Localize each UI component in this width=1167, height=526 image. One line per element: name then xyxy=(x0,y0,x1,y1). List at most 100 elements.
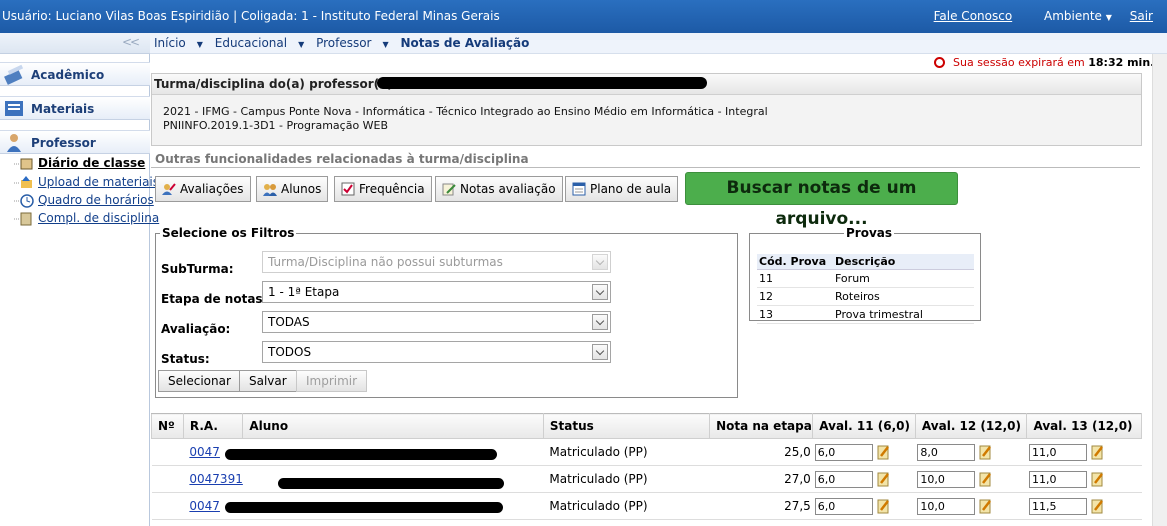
sidebar-item-compl[interactable]: Compl. de disciplina xyxy=(14,211,159,226)
button-label: Frequência xyxy=(359,182,425,196)
edit-pencil-icon[interactable] xyxy=(877,472,890,487)
grade-input[interactable]: 10,0 xyxy=(917,497,976,515)
breadcrumb-label: Início xyxy=(154,36,186,50)
lesson-plan-icon xyxy=(572,182,586,196)
chevron-down-icon: ▼ xyxy=(298,40,305,49)
button-label: Plano de aula xyxy=(590,182,672,196)
exit-link[interactable]: Sair xyxy=(1130,9,1153,23)
select-value: Turma/Disciplina não possui subturmas xyxy=(268,255,503,269)
notas-avaliacao-button[interactable]: Notas avaliação xyxy=(435,176,563,202)
frequencia-button[interactable]: Frequência xyxy=(334,176,432,202)
edit-pencil-icon[interactable] xyxy=(979,445,992,460)
edit-pencil-icon[interactable] xyxy=(979,499,992,514)
grade-cell: 6,0 xyxy=(812,465,916,493)
button-label: Avaliações xyxy=(180,182,244,196)
select-value: TODOS xyxy=(268,345,312,359)
chevron-down-icon: ▼ xyxy=(382,40,389,49)
status-cell: Matriculado (PP) xyxy=(543,465,710,493)
grade-input[interactable]: 6,0 xyxy=(814,470,873,488)
ra-link[interactable]: 0047 xyxy=(183,492,504,520)
collapse-icon[interactable]: << xyxy=(122,35,140,49)
avaliacoes-button[interactable]: Avaliações xyxy=(155,176,251,202)
column-header: R.A. xyxy=(182,413,244,439)
grade-cell: 10,0 xyxy=(915,465,1027,493)
provas-legend: Provas xyxy=(846,226,893,240)
selecionar-button[interactable]: Selecionar xyxy=(158,370,241,392)
edit-pencil-icon[interactable] xyxy=(877,499,890,514)
attendance-icon xyxy=(341,182,355,196)
sidebar-section-label: Materiais xyxy=(31,102,95,116)
clock-icon xyxy=(934,57,945,68)
breadcrumb-current: Notas de Avaliação xyxy=(400,36,530,50)
session-time: 18:32 min. xyxy=(1088,56,1155,69)
sidebar-item-diario[interactable]: Diário de classe xyxy=(14,156,146,170)
grade-input[interactable]: 11,0 xyxy=(1028,443,1087,461)
buscar-notas-button[interactable]: Buscar notas de um arquivo... xyxy=(685,172,958,229)
evaluations-icon xyxy=(162,183,176,195)
document-icon xyxy=(14,212,34,226)
button-label: Notas avaliação xyxy=(460,182,556,196)
edit-pencil-icon[interactable] xyxy=(1091,499,1104,514)
ra-link[interactable]: 0047391 xyxy=(183,465,505,493)
button-label: Alunos xyxy=(281,182,322,196)
column-header: Cód. Prova xyxy=(757,254,833,270)
column-header: Aval. 13 (12,0) xyxy=(1026,413,1142,439)
status-select[interactable]: TODOS xyxy=(262,341,611,363)
avaliacao-select[interactable]: TODAS xyxy=(262,311,611,333)
sidebar-section-academico[interactable]: Acadêmico xyxy=(0,62,150,86)
breadcrumb-item-professor[interactable]: Professor ▼ xyxy=(316,36,389,50)
imprimir-button: Imprimir xyxy=(296,370,368,392)
ambiente-menu[interactable]: Ambiente ▼ xyxy=(1030,9,1112,23)
materials-icon xyxy=(5,101,23,116)
provas-table: Cód. Prova Descrição 11 Forum 12 Roteiros … xyxy=(757,254,974,324)
sidebar-item-upload[interactable]: Upload de materiais xyxy=(14,175,160,189)
ra-link[interactable]: 0047 xyxy=(183,438,498,466)
sidebar-section-materiais[interactable]: Materiais xyxy=(0,96,150,120)
grades-table: Nº R.A. Aluno Status Nota na etapa Aval.… xyxy=(151,413,1142,520)
section-title-outras: Outras funcionalidades relacionadas à tu… xyxy=(155,152,529,166)
chevron-down-icon xyxy=(592,284,608,300)
table-row: 0047391 Matriculado (PP) 27,0 6,0 10,0 1… xyxy=(151,465,1142,493)
chevron-down-icon xyxy=(592,314,608,330)
plano-aula-button[interactable]: Plano de aula xyxy=(565,176,679,202)
breadcrumb-item-inicio[interactable]: Início ▼ xyxy=(154,36,203,50)
sidebar-section-professor[interactable]: Professor xyxy=(0,130,150,154)
grade-input[interactable]: 11,0 xyxy=(1028,470,1087,488)
grade-input[interactable]: 10,0 xyxy=(917,470,976,488)
grade-input[interactable]: 6,0 xyxy=(814,497,873,515)
column-header: Aluno xyxy=(242,413,544,439)
alunos-button[interactable]: Alunos xyxy=(256,176,329,202)
contact-link[interactable]: Fale Conosco xyxy=(934,9,1013,23)
upload-icon xyxy=(14,176,34,190)
sidebar-item-quadro[interactable]: Quadro de horários xyxy=(14,193,154,208)
column-header: Status xyxy=(542,413,711,439)
breadcrumb-item-educacional[interactable]: Educacional ▼ xyxy=(215,36,304,50)
redaction-bar xyxy=(225,449,498,460)
academic-icon xyxy=(4,64,24,85)
sidebar-item-label: Upload de materiais xyxy=(38,175,160,189)
redaction-bar xyxy=(278,478,505,489)
grades-icon xyxy=(442,183,456,196)
etapa-label: Etapa de notas: xyxy=(161,292,268,306)
divider xyxy=(151,167,1140,168)
status-cell: Matriculado (PP) xyxy=(543,492,710,520)
sidebar-item-label: Diário de classe xyxy=(38,156,146,170)
session-text: Sua sessão expirará em xyxy=(953,56,1085,69)
grade-input[interactable]: 11,5 xyxy=(1028,497,1087,515)
grade-input[interactable]: 6,0 xyxy=(814,443,873,461)
table-cell: Prova trimestral xyxy=(833,305,974,324)
turma-panel: Turma/disciplina do(a) professor(a) 2021… xyxy=(151,73,1142,146)
avaliacao-label: Avaliação: xyxy=(161,322,231,336)
etapa-select[interactable]: 1 - 1ª Etapa xyxy=(262,281,611,303)
nota-cell: 27,0 xyxy=(709,465,813,493)
ambiente-label: Ambiente xyxy=(1044,9,1102,23)
edit-pencil-icon[interactable] xyxy=(877,445,890,460)
grade-cell: 8,0 xyxy=(915,438,1027,466)
edit-pencil-icon[interactable] xyxy=(979,472,992,487)
salvar-button[interactable]: Salvar xyxy=(239,370,297,392)
turma-line-2: PNIINFO.2019.1-3D1 - Programação WEB xyxy=(163,119,389,132)
edit-pencil-icon[interactable] xyxy=(1091,472,1104,487)
edit-pencil-icon[interactable] xyxy=(1091,445,1104,460)
vertical-scrollbar[interactable] xyxy=(1152,54,1167,526)
grade-input[interactable]: 8,0 xyxy=(917,443,976,461)
